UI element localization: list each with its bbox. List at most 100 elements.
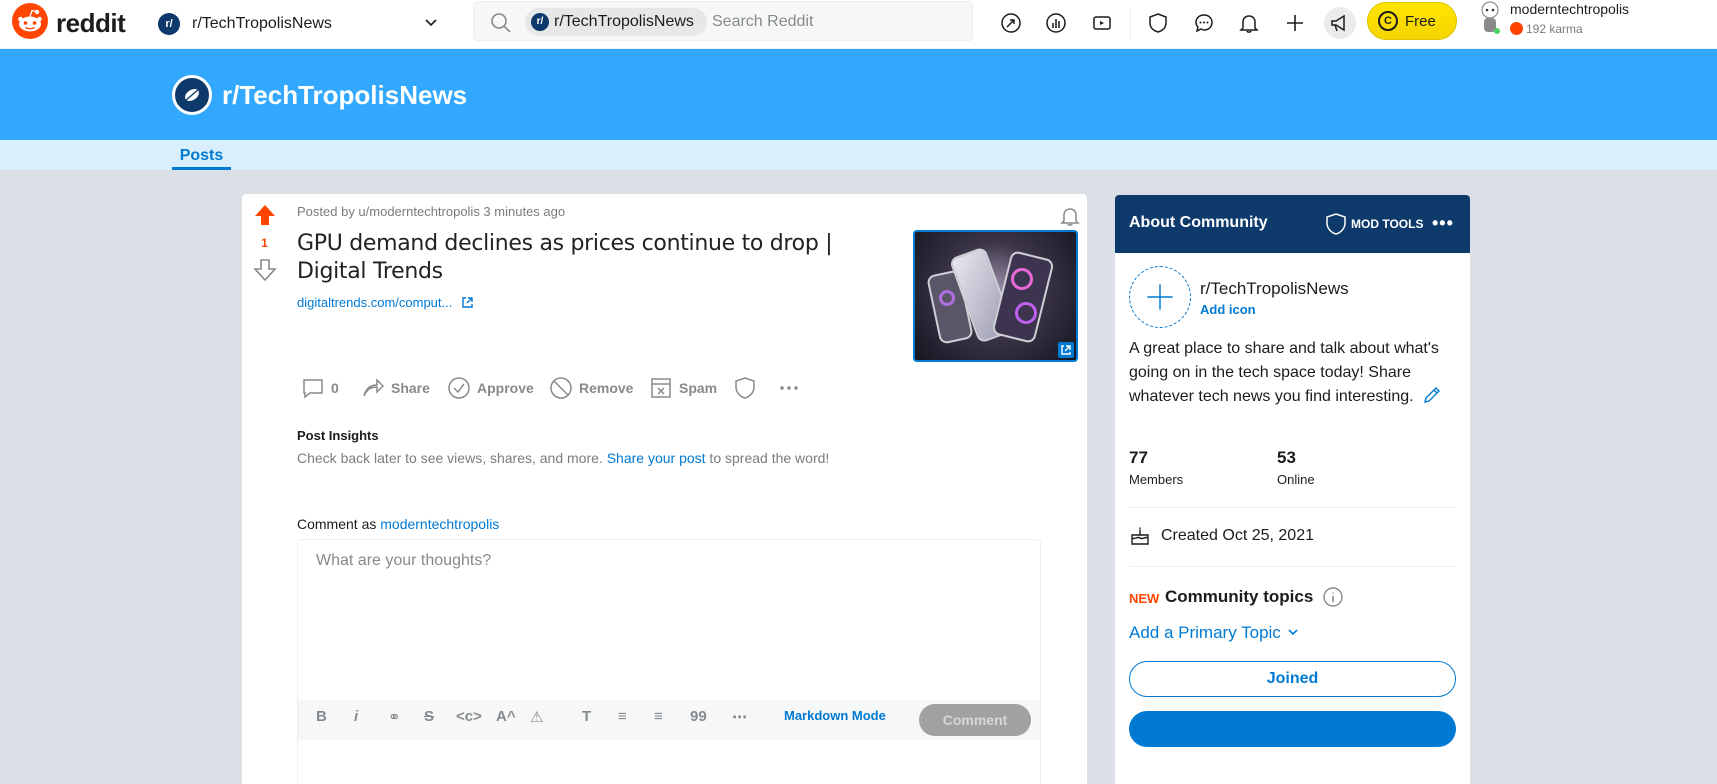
user-name[interactable]: moderntechtropolis: [1510, 1, 1629, 17]
post-thumbnail[interactable]: [913, 230, 1078, 362]
remove-icon: [550, 377, 572, 399]
insights-text-pre: Check back later to see views, shares, a…: [297, 450, 607, 466]
heading-icon[interactable]: T: [582, 708, 591, 725]
search-input[interactable]: [712, 10, 962, 34]
comment-submit-button[interactable]: Comment: [919, 704, 1031, 736]
community-dropdown[interactable]: r/ r/TechTropolisNews: [150, 4, 450, 44]
header-divider: [1130, 8, 1131, 40]
more-dots-icon: [780, 386, 798, 390]
share-label: Share: [391, 380, 430, 396]
search-community-chip[interactable]: r/ r/TechTropolisNews: [525, 8, 707, 36]
search-bar[interactable]: r/ r/TechTropolisNews: [473, 1, 973, 41]
link-icon[interactable]: ⚭: [388, 708, 401, 726]
post-link-text: digitaltrends.com/comput...: [297, 295, 453, 310]
bulleted-list-icon[interactable]: ≡: [618, 708, 627, 725]
remove-button[interactable]: Remove: [549, 371, 633, 405]
about-header: About Community MOD TOOLS •••: [1115, 195, 1470, 253]
video-icon[interactable]: [1086, 7, 1118, 39]
joined-button[interactable]: Joined: [1129, 661, 1456, 697]
community-tabs: Posts: [0, 140, 1717, 170]
share-your-post-link[interactable]: Share your post: [607, 450, 706, 466]
spam-button[interactable]: Spam: [649, 371, 717, 405]
online-count: 53: [1277, 448, 1296, 467]
mod-shield-button[interactable]: [733, 371, 763, 405]
post-title[interactable]: GPU demand declines as prices continue t…: [297, 230, 897, 286]
comment-as-text: Comment as: [297, 516, 381, 532]
strikethrough-icon[interactable]: S: [424, 708, 434, 725]
bold-icon[interactable]: B: [316, 708, 327, 725]
downvote-icon[interactable]: [253, 258, 277, 282]
more-options-button[interactable]: [777, 371, 807, 405]
external-link-icon: [462, 297, 473, 308]
community-description[interactable]: A great place to share and talk about wh…: [1129, 337, 1449, 409]
more-dots-icon[interactable]: •••: [1432, 213, 1454, 234]
comments-count: 0: [331, 380, 339, 396]
chat-icon[interactable]: [1188, 7, 1220, 39]
spam-icon: [651, 378, 671, 398]
markdown-mode-button[interactable]: Markdown Mode: [784, 708, 886, 723]
create-post-icon[interactable]: [1279, 7, 1311, 39]
notification-icon[interactable]: [1233, 7, 1265, 39]
mod-tools-button[interactable]: MOD TOOLS: [1325, 211, 1423, 237]
community-banner: r/TechTropolisNews: [0, 49, 1717, 140]
external-link-icon: [1058, 342, 1074, 358]
user-avatar[interactable]: [1476, 0, 1504, 36]
search-icon: [491, 13, 511, 33]
italic-icon[interactable]: i: [354, 708, 358, 725]
post-insights-text: Check back later to see views, shares, a…: [297, 450, 829, 466]
comment-textarea[interactable]: [298, 540, 1040, 700]
free-label: Free: [1405, 13, 1436, 30]
divider: [1129, 566, 1456, 567]
community-avatar-icon: r/: [158, 13, 180, 35]
follow-bell-icon[interactable]: [1058, 204, 1082, 228]
online-label: Online: [1277, 472, 1315, 487]
search-chip-label: r/TechTropolisNews: [554, 13, 694, 30]
spam-label: Spam: [679, 380, 718, 396]
chevron-down-icon: [1287, 629, 1298, 636]
add-community-icon[interactable]: [1129, 266, 1191, 328]
tab-posts[interactable]: Posts: [172, 140, 231, 170]
community-dropdown-label: r/TechTropolisNews: [192, 15, 332, 32]
comment-toolbar: B i ⚭ S <c> A^ ⚠ T ≡ ≡ 99 ⋯ Markdown Mod…: [298, 700, 1040, 740]
add-primary-topic-dropdown[interactable]: Add a Primary Topic: [1129, 623, 1300, 643]
shield-icon: [735, 377, 755, 399]
new-badge: NEW: [1129, 591, 1160, 606]
approve-label: Approve: [477, 380, 534, 396]
community-description-text: A great place to share and talk about wh…: [1129, 340, 1439, 405]
share-button[interactable]: Share: [361, 371, 430, 405]
superscript-icon[interactable]: A^: [496, 708, 516, 725]
upvote-icon[interactable]: [253, 203, 277, 227]
comment-editor: B i ⚭ S <c> A^ ⚠ T ≡ ≡ 99 ⋯ Markdown Mod…: [297, 539, 1041, 784]
approve-button[interactable]: Approve: [447, 371, 534, 405]
reddit-logo-icon[interactable]: [12, 3, 48, 39]
reddit-wordmark[interactable]: reddit: [56, 8, 126, 39]
chevron-down-icon: [425, 19, 437, 27]
info-icon[interactable]: [1322, 586, 1344, 608]
comments-button[interactable]: 0: [301, 371, 339, 405]
edit-pencil-icon[interactable]: [1422, 385, 1442, 405]
more-formatting-icon[interactable]: ⋯: [732, 708, 747, 726]
comment-as-user-link[interactable]: moderntechtropolis: [380, 516, 499, 532]
add-icon-link[interactable]: Add icon: [1200, 302, 1256, 317]
inline-code-icon[interactable]: <c>: [456, 708, 482, 725]
free-premium-button[interactable]: C Free: [1367, 2, 1457, 40]
numbered-list-icon[interactable]: ≡: [654, 708, 663, 725]
mod-shield-icon[interactable]: [1142, 7, 1174, 39]
user-karma: 192 karma: [1526, 22, 1583, 36]
fan-ring: [1015, 302, 1037, 324]
post-link[interactable]: digitaltrends.com/comput...: [297, 295, 474, 310]
community-avatar-icon: [172, 75, 212, 115]
advertise-icon[interactable]: [1324, 7, 1356, 39]
quote-icon[interactable]: 99: [690, 708, 707, 725]
stats-icon[interactable]: [1040, 7, 1072, 39]
spoiler-icon[interactable]: ⚠: [530, 708, 543, 726]
comment-icon: [303, 379, 323, 399]
popular-icon[interactable]: [995, 7, 1027, 39]
create-post-button[interactable]: [1129, 711, 1456, 747]
top-header: reddit r/ r/TechTropolisNews r/ r/TechTr…: [0, 0, 1717, 49]
approve-check-icon: [448, 377, 470, 399]
community-title: r/TechTropolisNews: [222, 80, 468, 110]
fan-ring: [1011, 268, 1033, 290]
post-card: 1 Posted by u/moderntechtropolis 3 minut…: [242, 194, 1087, 784]
community-topics-label: Community topics: [1165, 587, 1314, 606]
